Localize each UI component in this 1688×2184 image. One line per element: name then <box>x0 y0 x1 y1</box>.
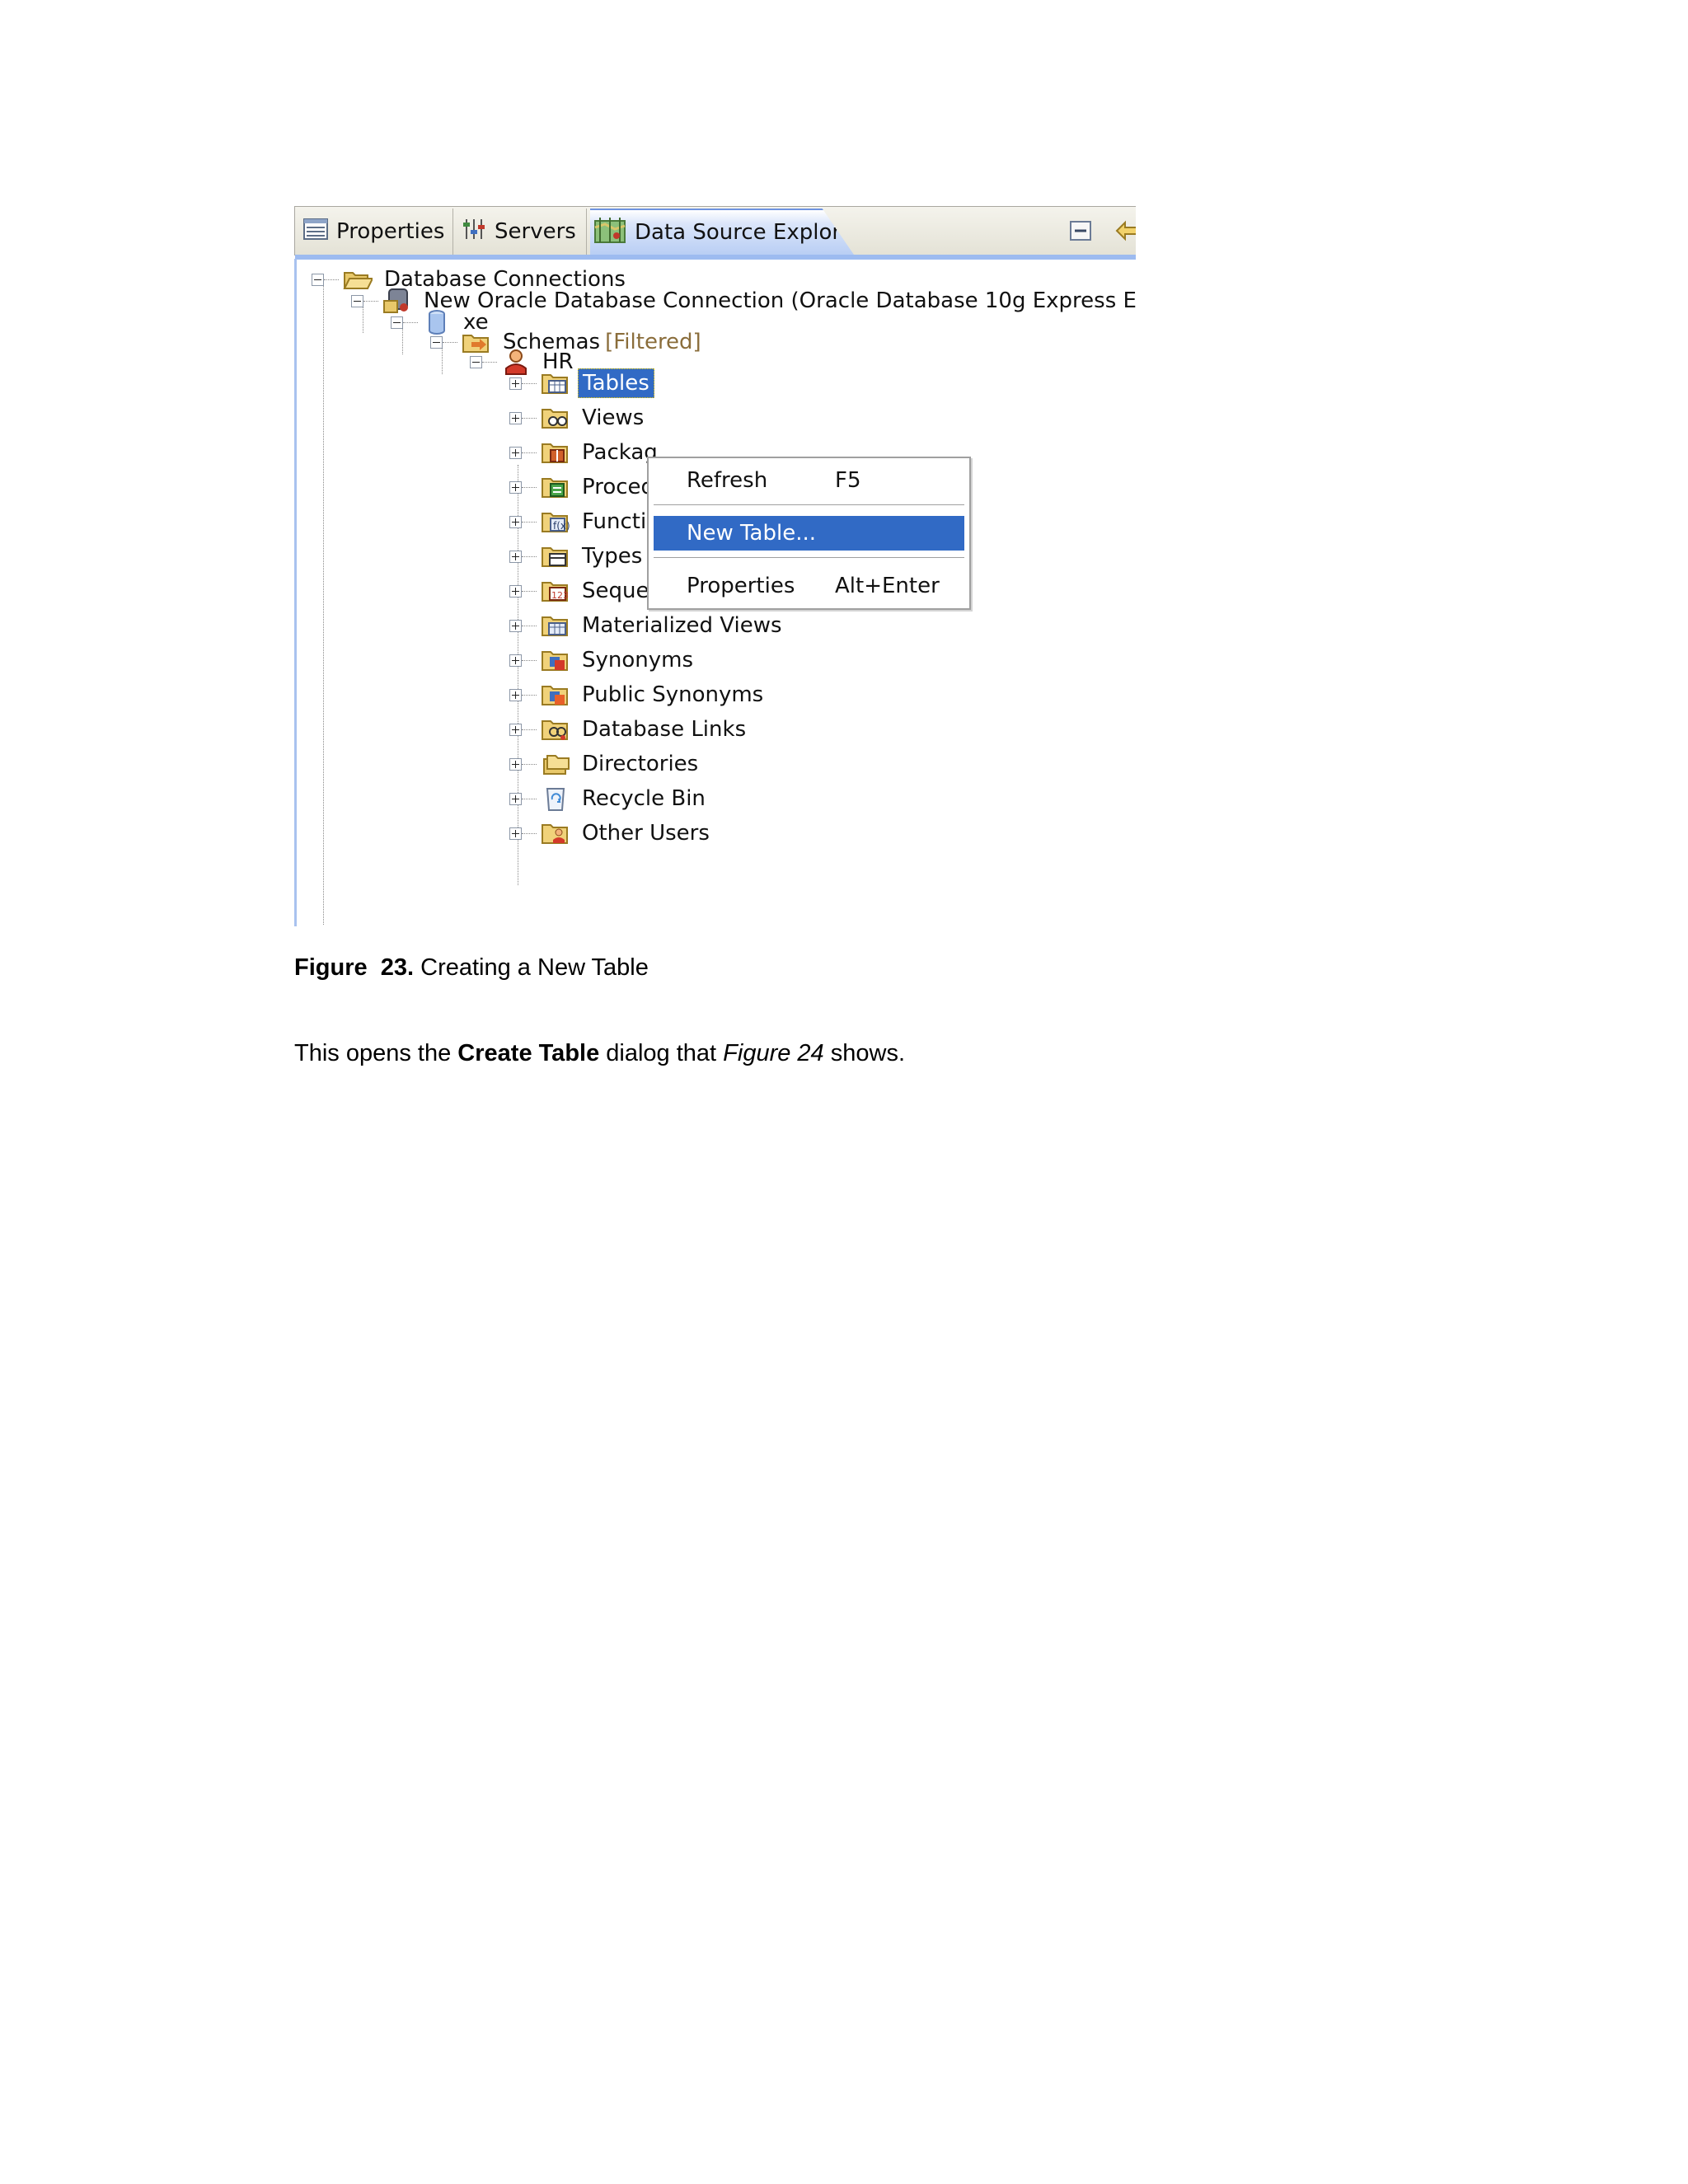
tree-connector <box>323 282 324 925</box>
minimize-button[interactable] <box>1068 218 1093 243</box>
tree-node-label: Types <box>582 544 643 569</box>
tree-node-synonyms[interactable]: Synonyms <box>509 643 697 677</box>
body-prefix: This opens the <box>294 1040 452 1066</box>
packages-folder-icon <box>540 438 571 466</box>
tab-label: Properties <box>336 219 445 244</box>
body-middle: dialog that <box>606 1040 717 1066</box>
figure-caption: Figure 23. Creating a New Table <box>294 954 649 982</box>
tree-node-label: New Oracle Database Connection (Oracle D… <box>424 288 1136 313</box>
tree-node-label: Other Users <box>582 821 710 846</box>
menu-item-new-table[interactable]: New Table... <box>654 516 964 551</box>
expand-icon[interactable] <box>509 619 522 632</box>
view-menu-icon <box>1115 220 1136 241</box>
expand-icon[interactable] <box>509 757 522 771</box>
tree-node-functions[interactable]: f(x) Functic <box>509 504 663 539</box>
tab-data-source-explorer[interactable]: Data Source Explorer ☒ <box>590 209 854 255</box>
body-paragraph: This opens the Create Table dialog that … <box>294 1040 905 1067</box>
expand-icon[interactable] <box>509 654 522 667</box>
tree-node-public-synonyms[interactable]: Public Synonyms <box>509 677 767 712</box>
dialog-name: Create Table <box>457 1040 600 1066</box>
collapse-icon[interactable] <box>391 316 403 329</box>
database-links-folder-icon <box>540 715 571 743</box>
tree-node-recycle-bin[interactable]: Recycle Bin <box>509 781 710 816</box>
expand-icon[interactable] <box>509 446 522 459</box>
expand-icon[interactable] <box>509 515 522 528</box>
expand-icon[interactable] <box>509 723 522 736</box>
tree-node-label: Views <box>582 405 645 430</box>
expand-icon[interactable] <box>509 377 522 390</box>
directories-folder-icon <box>540 750 571 778</box>
expand-icon[interactable] <box>509 411 522 424</box>
expand-icon[interactable] <box>509 550 522 563</box>
synonyms-folder-icon <box>540 646 571 674</box>
expand-icon[interactable] <box>509 480 522 494</box>
menu-item-label: New Table... <box>687 521 817 546</box>
tree-node-label: Directories <box>582 752 699 776</box>
filtered-label: [Filtered] <box>605 330 701 354</box>
tables-folder-icon <box>540 369 571 397</box>
menu-item-refresh[interactable]: Refresh F5 <box>654 463 964 498</box>
sequences-folder-icon: 123 <box>540 577 571 605</box>
recycle-bin-icon <box>540 785 571 813</box>
collapse-icon[interactable] <box>312 273 324 286</box>
menu-item-label: Refresh <box>687 468 768 493</box>
minimize-icon <box>1070 221 1091 241</box>
menu-item-shortcut: Alt+Enter <box>835 574 940 598</box>
tree-node-types[interactable]: Types <box>509 539 646 574</box>
collapse-icon[interactable] <box>430 335 443 349</box>
svg-text:f(x): f(x) <box>553 520 570 532</box>
tree-node-procedures[interactable]: Proced <box>509 470 659 504</box>
menu-item-properties[interactable]: Properties Alt+Enter <box>654 569 964 603</box>
menu-item-label: Properties <box>687 574 795 598</box>
tab-servers[interactable]: Servers <box>453 209 587 255</box>
procedures-folder-icon <box>540 473 571 501</box>
tree-node-other-users[interactable]: Other Users <box>509 816 714 851</box>
functions-folder-icon: f(x) <box>540 508 571 536</box>
tree-node-views[interactable]: Views <box>509 401 648 435</box>
figure-label: Figure <box>294 954 368 981</box>
expand-icon[interactable] <box>509 792 522 805</box>
properties-icon <box>303 218 328 246</box>
tree-node-label: Public Synonyms <box>582 682 764 707</box>
expand-icon[interactable] <box>509 827 522 840</box>
figure-reference: Figure 24 <box>723 1040 824 1066</box>
data-source-explorer-icon <box>593 216 626 250</box>
tab-label: Data Source Explorer <box>635 220 863 245</box>
tab-properties[interactable]: Properties <box>295 209 453 255</box>
tree-node-database-links[interactable]: Database Links <box>509 712 750 747</box>
svg-text:123: 123 <box>551 590 569 601</box>
tree-node-tables[interactable]: Tables <box>509 366 654 401</box>
menu-separator <box>654 504 964 506</box>
materialized-views-folder-icon <box>540 612 571 640</box>
body-suffix: shows. <box>830 1040 906 1066</box>
public-synonyms-folder-icon <box>540 681 571 709</box>
view-menu-button[interactable] <box>1114 218 1136 243</box>
close-icon[interactable]: ☒ <box>877 220 896 245</box>
tree-node-packages[interactable]: Packag <box>509 435 662 470</box>
collapse-icon[interactable] <box>351 294 363 307</box>
tree-node-label: Tables <box>578 368 654 398</box>
figure-number: 23. <box>380 954 415 981</box>
views-folder-icon <box>540 404 571 432</box>
tree-node-label: Database Links <box>582 717 747 742</box>
context-menu: Refresh F5 New Table... Properties Alt+E… <box>647 457 971 610</box>
collapse-icon[interactable] <box>470 355 482 368</box>
menu-separator <box>654 557 964 559</box>
other-users-folder-icon <box>540 819 571 847</box>
servers-icon <box>462 218 486 246</box>
expand-icon[interactable] <box>509 584 522 598</box>
view-tab-bar: Properties Servers Data Source Explorer … <box>294 206 1136 260</box>
menu-item-shortcut: F5 <box>835 468 861 493</box>
tree-node-label: Materialized Views <box>582 613 782 638</box>
types-folder-icon <box>540 542 571 570</box>
tree-node-label: Recycle Bin <box>582 786 706 811</box>
tree-node-materialized-views[interactable]: Materialized Views <box>509 608 786 643</box>
tab-label: Servers <box>495 219 576 244</box>
tree-node-label: Synonyms <box>582 648 694 673</box>
data-source-explorer-screenshot: Properties Servers Data Source Explorer … <box>294 206 1136 926</box>
figure-title: Creating a New Table <box>420 954 649 981</box>
tree-node-directories[interactable]: Directories <box>509 747 702 781</box>
expand-icon[interactable] <box>509 688 522 701</box>
